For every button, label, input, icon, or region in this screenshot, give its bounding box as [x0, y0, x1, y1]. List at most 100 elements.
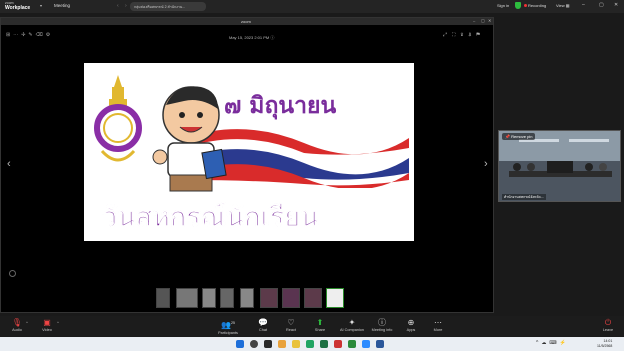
slide-title-main: วันสหกรณ์นักเรียน [102, 202, 319, 234]
share-maximize-icon[interactable]: ▢ [481, 18, 485, 23]
leave-icon: ⏻ [604, 318, 612, 327]
participants-count: 25 [231, 321, 235, 325]
settings-icon[interactable]: ⚙ [46, 32, 53, 38]
previous-slide-icon[interactable]: ‹ [7, 158, 11, 170]
maximize-icon[interactable]: ▢ [599, 2, 604, 8]
chat-button[interactable]: 💬 Chat [248, 318, 278, 332]
ai-companion-label: AI Companion [339, 328, 365, 332]
info-circle-icon: ⓘ [378, 318, 386, 327]
shared-slide: ๗ มิถุนายน วันสหกรณ์นักเรียน [84, 63, 414, 241]
leave-label: Leave [602, 328, 614, 332]
share-date-text: May 15, 2023 2:01 PM [229, 35, 270, 40]
thumbnail[interactable] [156, 288, 170, 308]
download-icon[interactable]: ⇩ [468, 32, 476, 38]
audio-chevron-icon[interactable]: ^ [26, 320, 28, 325]
share-button[interactable]: ⬆ Share [305, 318, 335, 332]
meeting-info-button[interactable]: ⓘ Meeting info [367, 318, 397, 332]
apps-label: Apps [406, 328, 416, 332]
line-icon[interactable] [348, 340, 356, 348]
thumbnail[interactable] [240, 288, 254, 308]
cooperative-emblem-icon [94, 75, 142, 162]
edge-icon[interactable] [306, 340, 314, 348]
participants-label: Participants [218, 330, 238, 335]
apps-icon: ⊕ [407, 318, 415, 327]
close-icon[interactable]: ✕ [614, 2, 618, 8]
share-close-icon[interactable]: ✕ [488, 18, 491, 23]
ai-sparkle-icon: ✦ [348, 318, 356, 327]
chat-label: Chat [258, 328, 268, 332]
share-label: Share [314, 328, 326, 332]
back-icon[interactable]: ‹ [117, 3, 119, 9]
video-chevron-icon[interactable]: ^ [57, 320, 59, 325]
heart-icon: ♡ [287, 318, 295, 327]
excel-icon[interactable] [320, 340, 328, 348]
chrome-icon[interactable] [278, 340, 286, 348]
draw-icon[interactable]: ✎ [28, 32, 35, 38]
bookmark-icon[interactable]: ⚑ [476, 32, 485, 38]
annotation-circle-icon[interactable] [9, 270, 16, 277]
view-label: View [556, 3, 565, 8]
task-view-icon[interactable] [264, 340, 272, 348]
screen-share-window: zoom – ▢ ✕ ⊞⋯✢✎⌫⚙ May 15, 2023 2:01 PM ⓘ… [0, 17, 494, 313]
system-tray[interactable]: ^☁⌨⚡ [536, 340, 569, 346]
audio-label: Audio [12, 328, 22, 332]
logo-chevron-down-icon[interactable]: ▾ [40, 3, 42, 8]
video-label: Video [42, 328, 52, 332]
view-button[interactable]: View ▦ [556, 3, 570, 8]
more-icon[interactable]: ⋯ [13, 32, 21, 38]
meeting-topic-field[interactable]: กลุ่มส่งเสริมสหกรณ์ 2 สำนักงาน... [130, 2, 206, 11]
next-slide-icon[interactable]: › [484, 158, 488, 170]
top-bar: zoom Workplace ▾ Meeting ‹ › กลุ่มส่งเสร… [0, 0, 624, 13]
windows-taskbar: ^☁⌨⚡ 14:01 11/5/2568 [0, 337, 624, 351]
share-date: May 15, 2023 2:01 PM ⓘ [229, 35, 274, 41]
word-icon[interactable] [376, 340, 384, 348]
taskbar-clock[interactable]: 14:01 11/5/2568 [597, 339, 612, 348]
thumbnail[interactable] [202, 288, 216, 308]
pin-icon: 📌 [505, 134, 510, 139]
thumbnail-active[interactable] [326, 288, 344, 308]
thumbnail[interactable] [304, 288, 322, 308]
react-label: React [286, 328, 296, 332]
chat-icon: 💬 [258, 318, 268, 327]
fullscreen-icon[interactable]: ⤢ [443, 32, 452, 38]
search-icon[interactable] [250, 340, 258, 348]
logo-big: Workplace [5, 4, 31, 11]
student-mascot-icon [152, 86, 227, 192]
share-minimize-icon[interactable]: – [473, 18, 475, 23]
participants-button[interactable]: 👥25 Participants [213, 318, 243, 335]
sign-in-link[interactable]: Sign in [497, 3, 509, 8]
app-logo: zoom Workplace [5, 1, 30, 10]
encryption-shield-icon[interactable] [515, 2, 521, 9]
more-button[interactable]: ⋯ More [423, 318, 453, 332]
forward-icon[interactable]: › [125, 3, 127, 9]
share-tools-right: ⤢⛶⇪⇩⚑ [443, 32, 485, 38]
more-dots-icon: ⋯ [434, 318, 442, 327]
thumbnail[interactable] [220, 288, 234, 308]
more-label: More [433, 328, 443, 332]
thumbnail[interactable] [282, 288, 300, 308]
ai-companion-button[interactable]: ✦ AI Companion [336, 318, 368, 332]
start-icon[interactable] [236, 340, 244, 348]
meeting-toolbar: 🎙 Audio ^ ▣ Video ^ 👥25 Participants 💬 C… [0, 316, 624, 336]
meeting-info-label: Meeting info [371, 328, 393, 332]
thumbnail[interactable] [176, 288, 198, 308]
eraser-icon[interactable]: ⌫ [36, 32, 46, 38]
clock-date: 11/5/2568 [597, 343, 613, 348]
zoom-icon[interactable] [362, 340, 370, 348]
meeting-tab[interactable]: Meeting [54, 3, 70, 8]
acrobat-icon[interactable] [334, 340, 342, 348]
leave-button[interactable]: ⏻ Leave [593, 318, 623, 332]
remove-pin-label: Remove pin [511, 134, 533, 139]
react-button[interactable]: ♡ React [276, 318, 306, 332]
thumbnail[interactable] [260, 288, 278, 308]
remove-pin-button[interactable]: 📌 Remove pin [502, 133, 536, 140]
fit-icon[interactable]: ⛶ [452, 32, 461, 38]
file-explorer-icon[interactable] [292, 340, 300, 348]
share-titlebar: zoom – ▢ ✕ [1, 18, 493, 25]
info-icon[interactable]: ⓘ [270, 35, 274, 40]
recording-indicator[interactable]: Recording [524, 3, 546, 8]
participants-icon: 👥25 [221, 320, 235, 330]
participant-video-tile[interactable]: 📌 Remove pin สำนักงานสหกรณ์จังหวัด... [498, 130, 621, 202]
minimize-icon[interactable]: – [582, 2, 585, 8]
apps-button[interactable]: ⊕ Apps [396, 318, 426, 332]
